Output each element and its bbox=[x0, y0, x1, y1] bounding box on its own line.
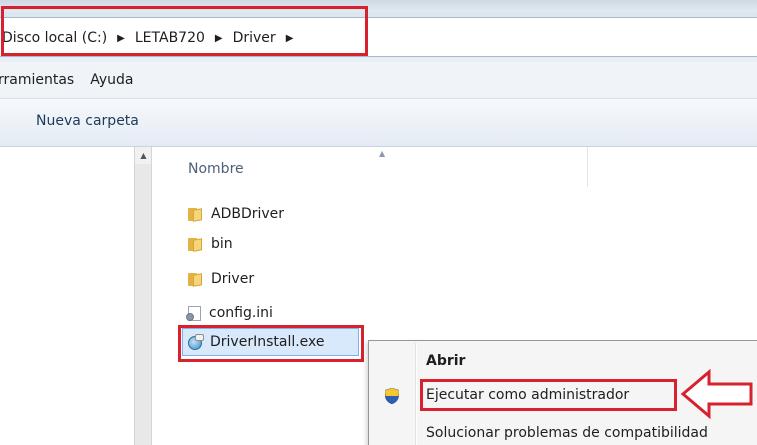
annotation-arrow-icon bbox=[680, 368, 753, 420]
column-header-name[interactable]: Nombre bbox=[188, 161, 244, 177]
column-divider[interactable] bbox=[587, 147, 588, 187]
uac-shield-icon bbox=[385, 388, 399, 404]
exe-highlight-box bbox=[178, 325, 364, 362]
list-item-label: ADBDriver bbox=[211, 206, 285, 222]
sort-ascending-icon: ▲ bbox=[379, 149, 386, 158]
run-as-admin-highlight-box bbox=[420, 379, 677, 411]
context-menu-open[interactable]: Abrir bbox=[426, 353, 465, 369]
list-item-label: config.ini bbox=[209, 305, 273, 321]
context-menu-gutter bbox=[415, 343, 417, 445]
list-item[interactable]: bin bbox=[188, 233, 233, 255]
scroll-up-arrow-icon[interactable]: ▲ bbox=[135, 147, 152, 164]
command-toolbar: Nueva carpeta bbox=[0, 99, 757, 147]
context-menu-troubleshoot-compatibility[interactable]: Solucionar problemas de compatibilidad bbox=[426, 425, 708, 441]
folder-icon bbox=[188, 272, 203, 287]
list-item-label: bin bbox=[211, 236, 233, 252]
folder-icon bbox=[188, 207, 203, 222]
column-header-row: Nombre ▲ bbox=[152, 147, 757, 187]
list-item[interactable]: config.ini bbox=[186, 302, 273, 324]
menu-bar: rramientas Ayuda bbox=[0, 62, 757, 99]
new-folder-button[interactable]: Nueva carpeta bbox=[28, 111, 147, 131]
menu-item-ayuda[interactable]: Ayuda bbox=[90, 72, 141, 88]
ini-file-icon bbox=[186, 305, 201, 321]
folder-icon bbox=[188, 237, 203, 252]
list-item-label: Driver bbox=[211, 271, 255, 287]
list-item[interactable]: Driver bbox=[188, 268, 254, 290]
address-highlight-box bbox=[1, 6, 368, 56]
navigation-pane bbox=[0, 147, 145, 445]
navigation-scrollbar[interactable]: ▲ bbox=[134, 147, 152, 445]
menu-item-herramientas[interactable]: rramientas bbox=[0, 72, 82, 88]
list-item[interactable]: ADBDriver bbox=[188, 203, 284, 225]
